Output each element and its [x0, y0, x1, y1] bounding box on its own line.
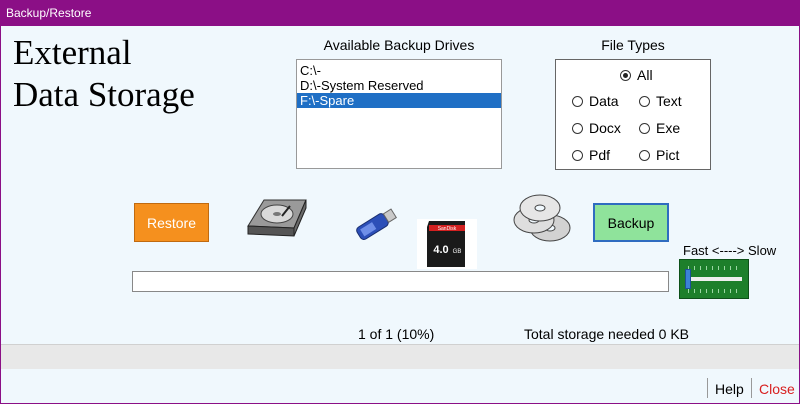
sd-capacity: 4.0: [433, 244, 448, 256]
cd-discs-icon: [513, 194, 571, 242]
radio-text-dot[interactable]: [639, 95, 650, 107]
status-bar: [1, 344, 799, 369]
slider-thumb[interactable]: [685, 269, 691, 289]
slider-track[interactable]: [688, 277, 742, 281]
file-types-group: All Data Text Docx Exe Pdf Pict: [555, 59, 711, 170]
progress-bar: [132, 271, 669, 292]
radio-text[interactable]: Text: [639, 93, 682, 109]
drive-item-d[interactable]: D:\-System Reserved: [297, 78, 501, 93]
slider-ticks-top: [688, 266, 742, 270]
sd-unit: GB: [453, 249, 462, 255]
speed-slider[interactable]: [679, 259, 749, 299]
brand-title: External Data Storage: [13, 32, 195, 116]
radio-pict-dot[interactable]: [639, 149, 650, 161]
help-link[interactable]: Help: [715, 381, 744, 397]
brand-line-2: Data Storage: [13, 75, 195, 114]
radio-all-label: All: [637, 67, 653, 83]
radio-docx-label: Docx: [589, 120, 621, 136]
restore-button[interactable]: Restore: [134, 203, 209, 242]
radio-pdf-dot[interactable]: [572, 149, 583, 161]
radio-data-dot[interactable]: [572, 95, 583, 107]
brand-line-1: External: [13, 33, 132, 72]
speed-label: Fast <----> Slow: [683, 243, 777, 258]
drive-list[interactable]: C:\- D:\-System Reserved F:\-Spare: [296, 59, 502, 169]
drive-item-c[interactable]: C:\-: [297, 63, 501, 78]
radio-exe-dot[interactable]: [639, 122, 650, 134]
usb-drive-icon: [356, 208, 397, 240]
sd-brand: SanDisk: [438, 226, 457, 232]
close-link[interactable]: Close: [759, 381, 795, 397]
drives-heading: Available Backup Drives: [323, 37, 475, 53]
hard-drive-icon: [247, 199, 307, 237]
window-title: Backup/Restore: [6, 6, 92, 20]
drive-item-f[interactable]: F:\-Spare: [297, 93, 501, 108]
file-types-heading: File Types: [601, 37, 665, 53]
storage-needed: Total storage needed 0 KB: [524, 326, 690, 342]
radio-pdf-label: Pdf: [589, 147, 611, 163]
radio-data-label: Data: [589, 93, 619, 109]
radio-docx-dot[interactable]: [572, 122, 583, 134]
radio-all[interactable]: All: [620, 67, 653, 83]
radio-exe-label: Exe: [656, 120, 681, 136]
radio-text-label: Text: [656, 93, 682, 109]
radio-data[interactable]: Data: [572, 93, 619, 109]
slider-ticks-bottom: [688, 289, 742, 293]
title-bar: Backup/Restore: [0, 0, 800, 26]
footer-separator: [751, 378, 752, 398]
radio-docx[interactable]: Docx: [572, 120, 621, 136]
radio-pict[interactable]: Pict: [639, 147, 679, 163]
progress-count: 1 of 1 (10%): [358, 326, 435, 342]
backup-button[interactable]: Backup: [593, 203, 669, 242]
radio-pict-label: Pict: [656, 147, 680, 163]
main-window: External Data Storage Available Backup D…: [1, 26, 799, 403]
sd-card-icon: SanDisk 4.0 GB: [417, 219, 477, 269]
footer-separator: [707, 378, 708, 398]
radio-all-dot[interactable]: [620, 69, 631, 81]
footer-bar: Help Close: [1, 369, 799, 403]
radio-pdf[interactable]: Pdf: [572, 147, 610, 163]
radio-exe[interactable]: Exe: [639, 120, 680, 136]
